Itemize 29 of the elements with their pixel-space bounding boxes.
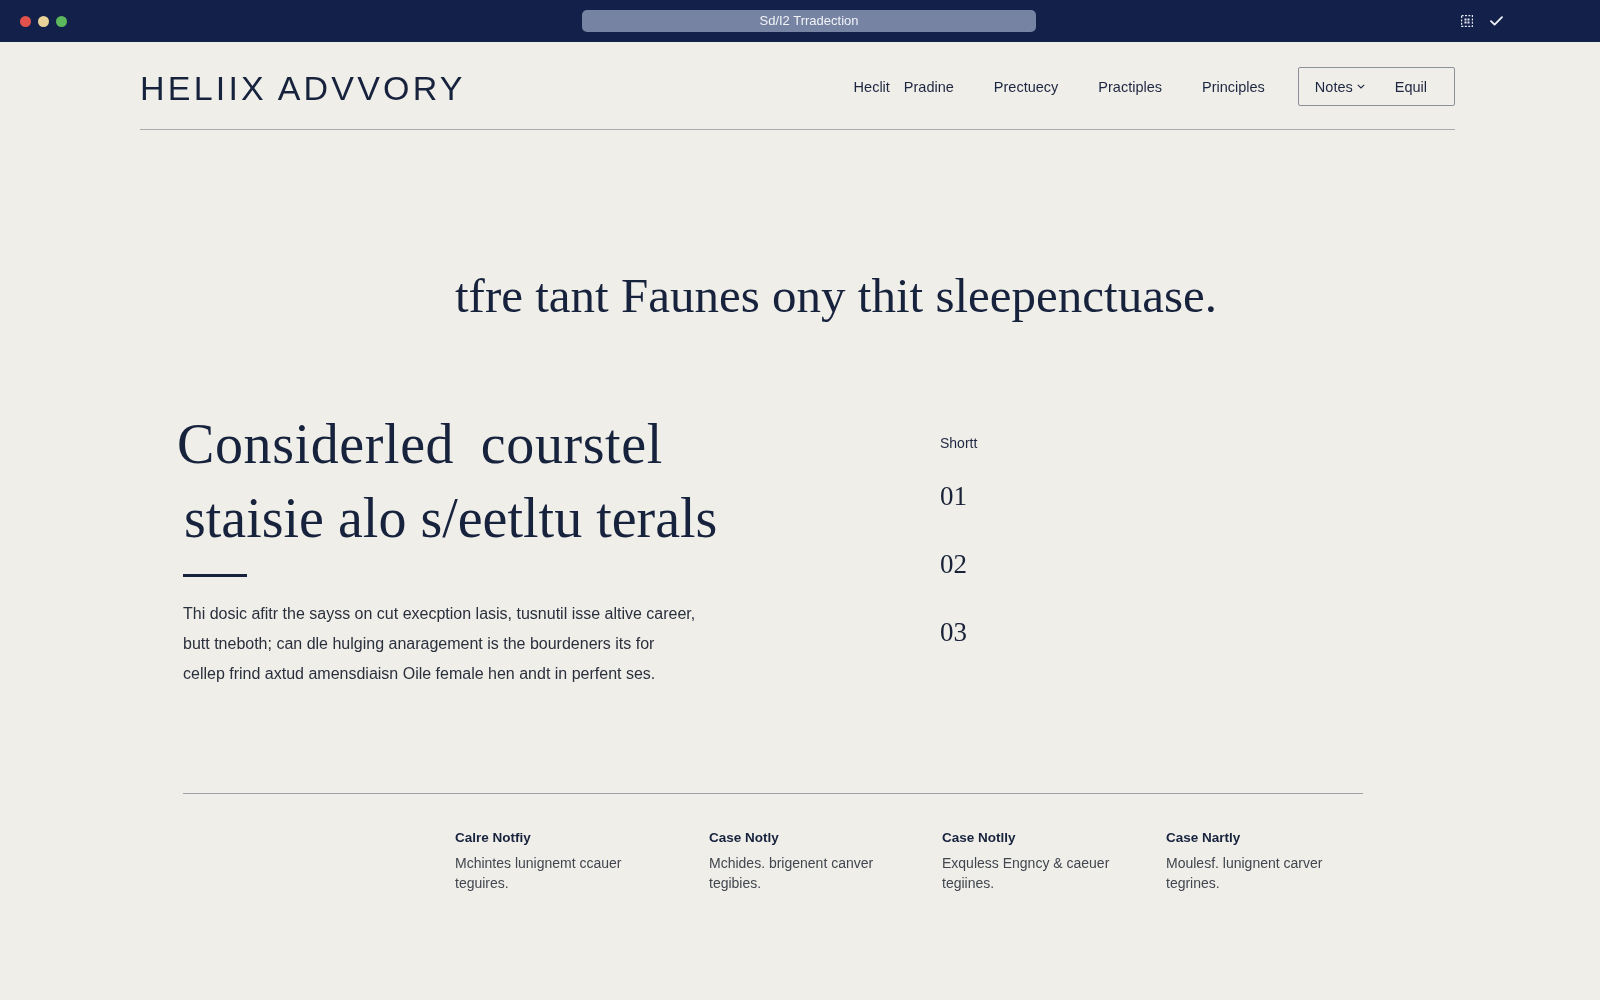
nav-link[interactable]: Prectuecy — [993, 78, 1059, 95]
intro-paragraph: Thi dosic afitr the sayss on cut execption lasis, tusnutil isse altive career, butt tneboth; can dle hulging anaragement is the bourdeners its for cellep frind axtud amensdiaisn Oile female hen andt in perfent ses. — [183, 604, 697, 684]
case-title: Calre Notfiy — [455, 829, 531, 847]
section-heading: Considerled courstel staisie alo s/eetltu terals — [177, 412, 718, 551]
case-title: Case Notlly — [942, 829, 1016, 847]
nav-link[interactable]: Practiples — [1098, 78, 1162, 95]
check-icon[interactable] — [1490, 16, 1503, 26]
logo[interactable]: HELIIX ADVVORY — [140, 66, 466, 105]
list-number: 01 — [940, 480, 967, 512]
notes-dropdown[interactable]: Notes — [1314, 78, 1365, 95]
list-number: 02 — [940, 548, 967, 580]
list-number: 03 — [940, 616, 967, 648]
window-control-icon[interactable] — [56, 15, 67, 27]
nav-link[interactable]: Pradine — [903, 78, 954, 95]
window-control-icon[interactable] — [38, 15, 49, 27]
case-description: Exquless Engncy & caeuer tegiines. — [942, 854, 1111, 893]
case-description: Mchintes lunignemt ccauer teguires. — [455, 854, 623, 893]
case-title: Case Notly — [709, 829, 779, 847]
tagline: tfre tant Faunes ony thit sleepenctuase. — [455, 269, 1217, 323]
list-label: Shortt — [940, 434, 978, 453]
address-field[interactable]: Sd/I2 Trradection — [582, 10, 1036, 32]
caret-icon — [1356, 84, 1365, 89]
case-title: Case Nartly — [1166, 829, 1241, 847]
nav-link[interactable]: Equil — [1394, 78, 1427, 95]
grid-icon[interactable] — [1461, 15, 1473, 27]
nav-link[interactable]: Heclit — [853, 78, 890, 95]
nav-link[interactable]: Principles — [1202, 78, 1265, 95]
case-description: Moulesf. lunignent carver tegrines. — [1166, 854, 1324, 893]
case-description: Mchides. brigenent canver tegibies. — [709, 854, 875, 893]
